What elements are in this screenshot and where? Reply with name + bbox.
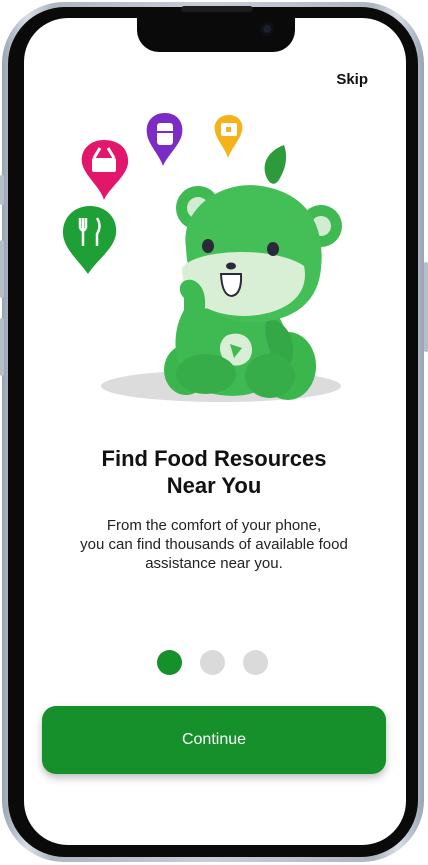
title-line-1: Find Food Resources: [101, 446, 327, 471]
camera: [260, 22, 274, 36]
speaker: [181, 6, 253, 12]
volume-up-button: [0, 240, 4, 298]
onboarding-title: Find Food Resources Near You: [40, 445, 388, 499]
page-dot-2[interactable]: [200, 650, 225, 675]
volume-down-button: [0, 318, 4, 376]
skip-button[interactable]: Skip: [336, 71, 368, 88]
fridge-pin-icon: [146, 113, 183, 166]
title-line-2: Near You: [166, 473, 262, 498]
bear-mascot-icon: [164, 185, 342, 400]
continue-button[interactable]: Continue: [42, 706, 386, 774]
page-dot-3[interactable]: [243, 650, 268, 675]
onboarding-description: From the comfort of your phone, you can …: [50, 516, 378, 573]
utensils-pin-icon: [62, 206, 117, 274]
calendar-pin-icon: [214, 115, 243, 158]
description-line-2: you can find thousands of available food: [80, 536, 348, 553]
page-dot-1[interactable]: [157, 650, 182, 675]
description-line-1: From the comfort of your phone,: [106, 517, 322, 534]
grocery-basket-pin-icon: [81, 140, 129, 200]
leaf-icon: [264, 145, 287, 184]
power-button: [424, 262, 428, 352]
illustration: [62, 113, 342, 402]
description-line-3: assistance near you.: [145, 555, 283, 572]
page-indicator: [157, 650, 268, 675]
mute-switch: [0, 175, 4, 205]
